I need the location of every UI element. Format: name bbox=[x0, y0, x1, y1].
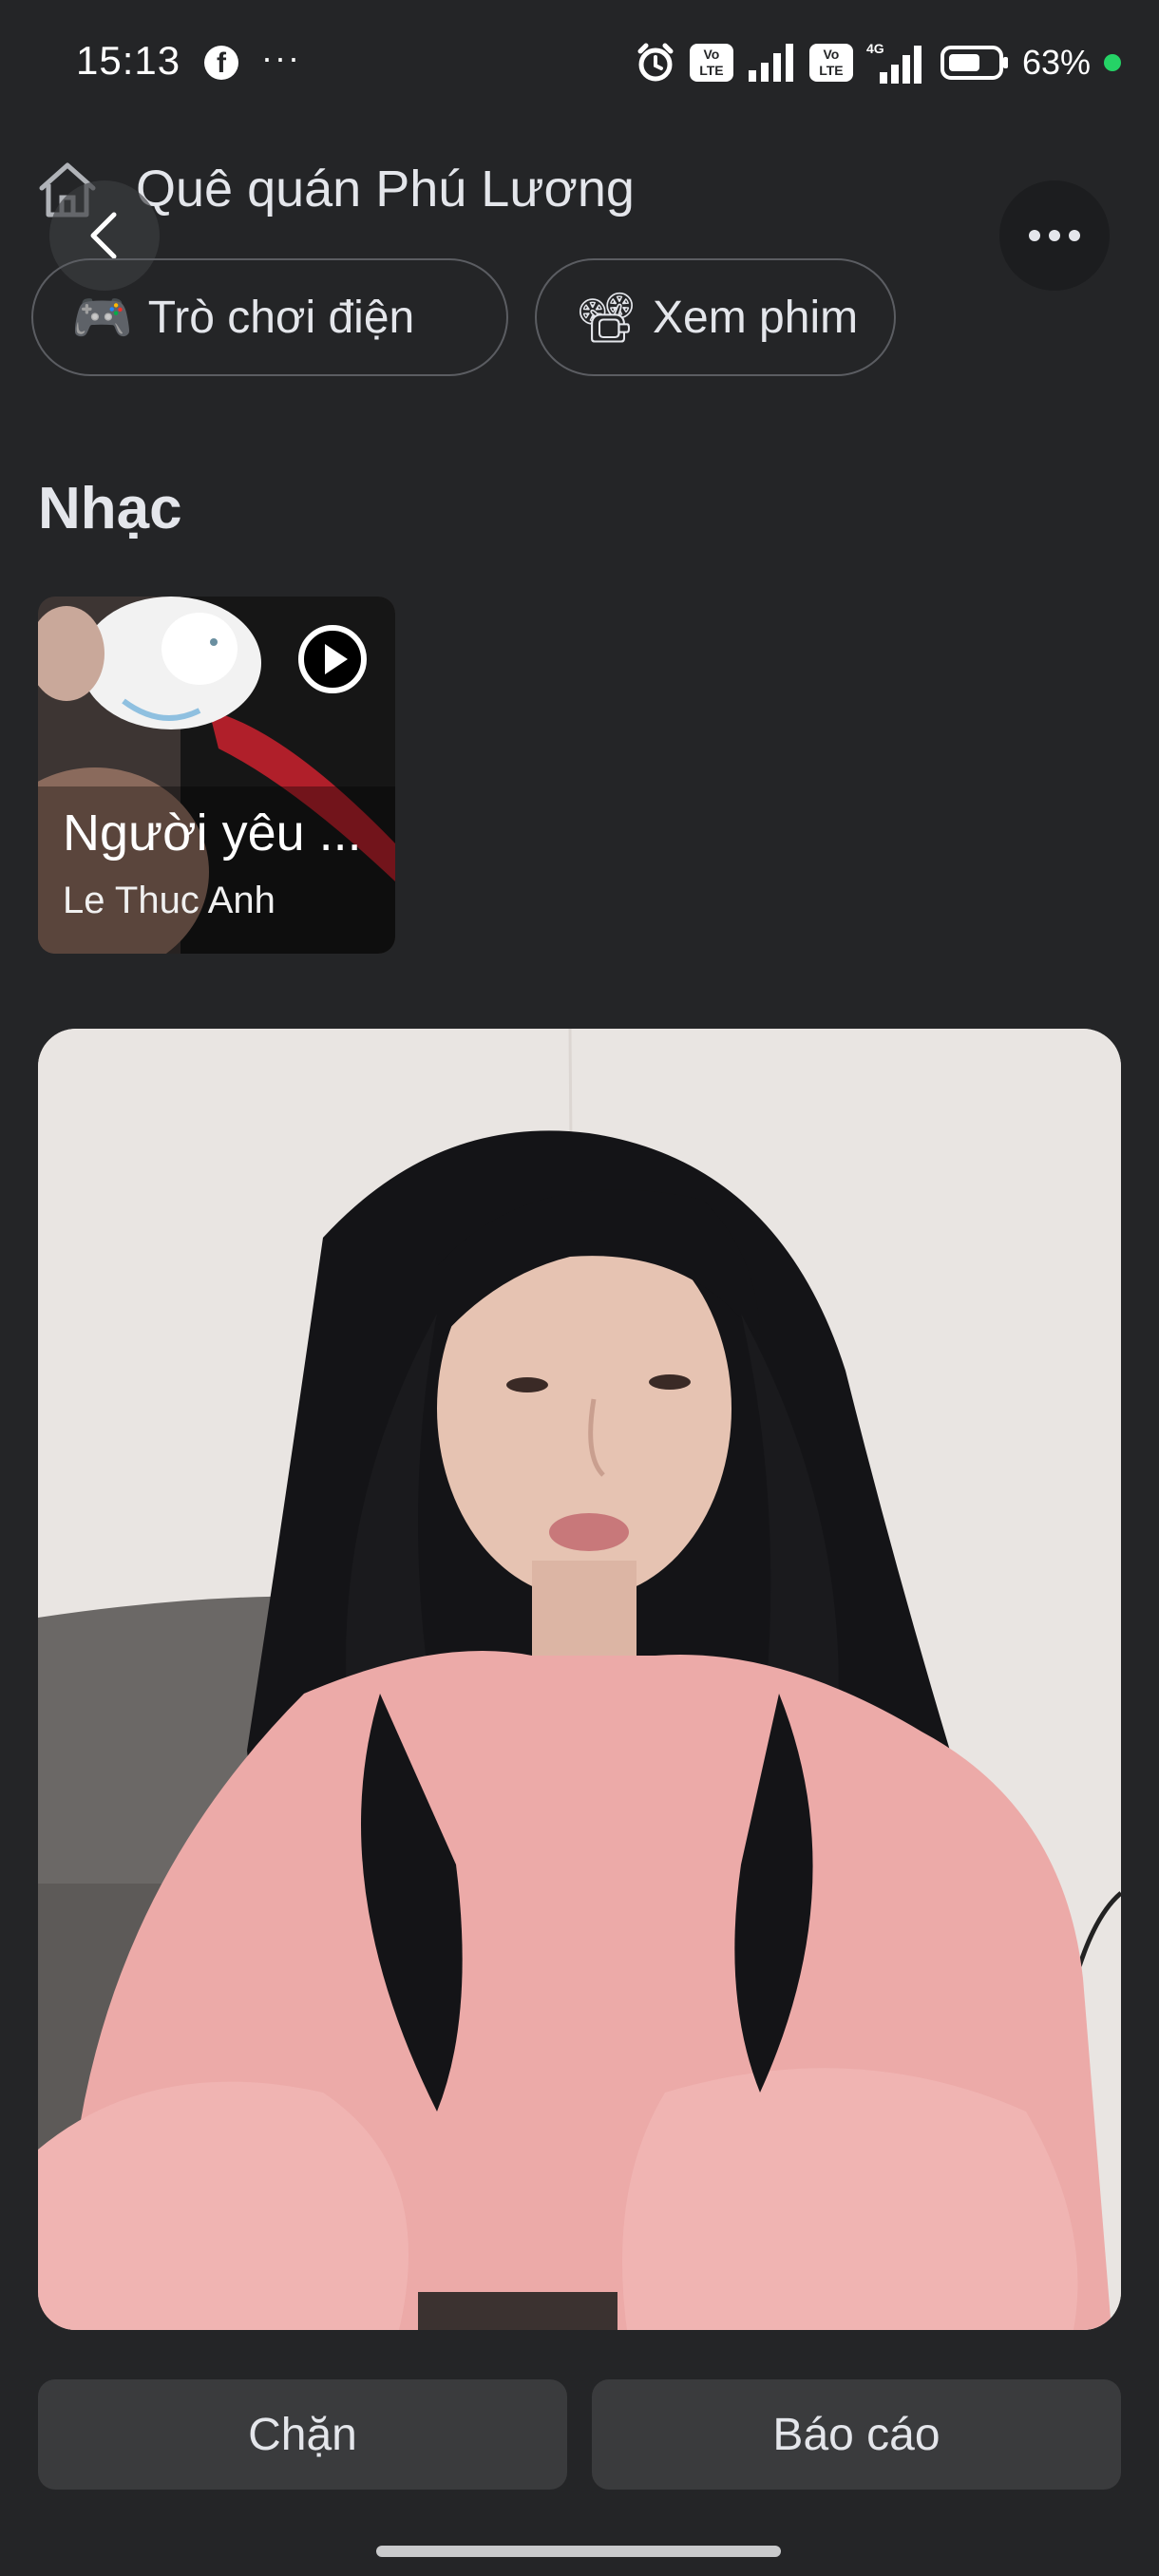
music-section-title: Nhạc bbox=[38, 476, 182, 541]
interest-label-movies: Xem phim bbox=[653, 292, 859, 343]
play-icon[interactable] bbox=[296, 623, 369, 695]
more-icon bbox=[1029, 230, 1080, 241]
film-projector-icon: 📽 bbox=[575, 289, 638, 347]
status-right-group: Vo LTE Vo LTE 4G 63% bbox=[635, 38, 1121, 87]
song-title: Người yêu ... bbox=[63, 805, 362, 862]
status-bar: 15:13 f ··· Vo LTE Vo LTE 4G 63% bbox=[0, 0, 1159, 123]
game-controller-icon: 🎮 bbox=[71, 289, 133, 347]
interest-label-games: Trò chơi điện bbox=[147, 292, 415, 343]
interest-chip-games[interactable]: 🎮 Trò chơi điện bbox=[31, 258, 508, 376]
hometown-text: Quê quán Phú Lương bbox=[136, 161, 635, 218]
facebook-icon: f bbox=[204, 46, 238, 80]
home-indicator[interactable] bbox=[376, 2546, 781, 2557]
battery-percent: 63% bbox=[1021, 43, 1091, 82]
signal-4g-icon: 4G bbox=[866, 42, 922, 84]
signal-icon bbox=[748, 44, 793, 82]
more-button[interactable] bbox=[999, 180, 1110, 291]
network-label: 4G bbox=[866, 42, 884, 56]
photo-image bbox=[38, 1029, 1121, 2330]
profile-photo[interactable] bbox=[38, 1029, 1121, 2330]
status-time: 15:13 bbox=[76, 38, 181, 83]
online-dot bbox=[1104, 54, 1121, 71]
status-more-icon: ··· bbox=[261, 38, 301, 77]
back-icon bbox=[90, 212, 117, 259]
interest-chip-movies[interactable]: 📽 Xem phim bbox=[535, 258, 896, 376]
block-button[interactable]: Chặn bbox=[38, 2379, 567, 2490]
alarm-icon bbox=[637, 43, 674, 82]
report-button[interactable]: Báo cáo bbox=[592, 2379, 1121, 2490]
volte-icon-2: Vo LTE bbox=[808, 44, 853, 82]
song-artist: Le Thuc Anh bbox=[63, 880, 276, 921]
battery-icon bbox=[940, 46, 1008, 80]
volte-icon: Vo LTE bbox=[689, 44, 733, 82]
music-card[interactable]: Người yêu ... Le Thuc Anh bbox=[38, 597, 395, 954]
